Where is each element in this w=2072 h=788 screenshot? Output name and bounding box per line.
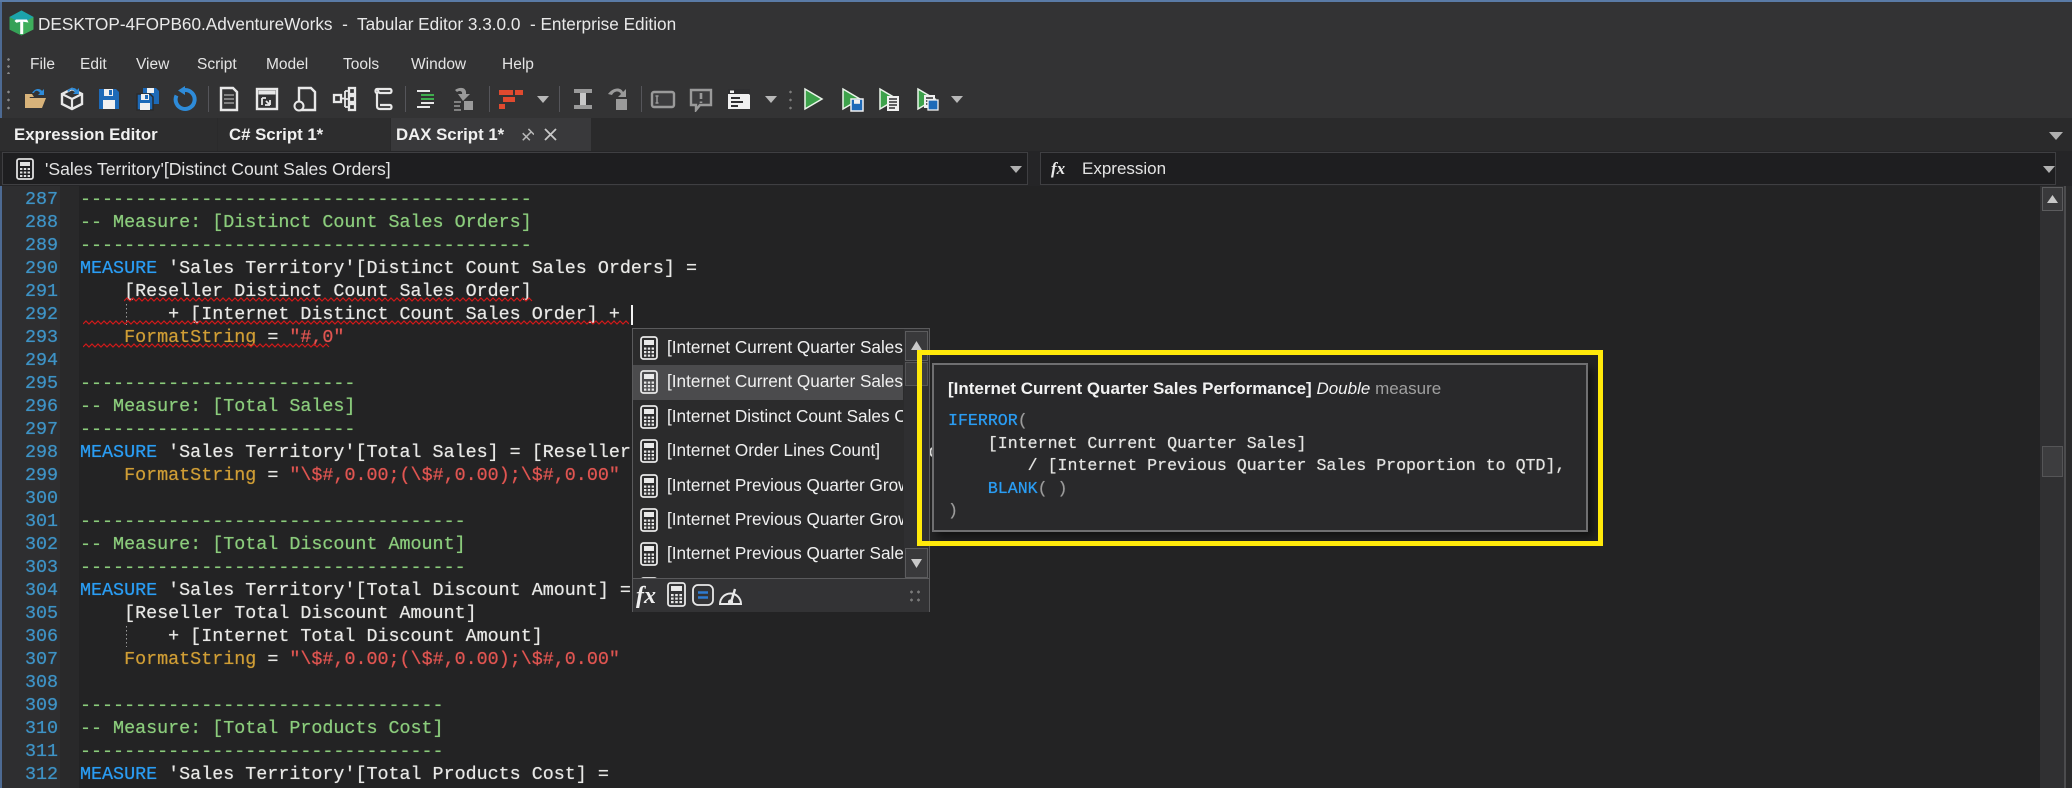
- svg-text:fx: fx: [636, 583, 656, 608]
- svg-text:fx: fx: [1051, 159, 1066, 178]
